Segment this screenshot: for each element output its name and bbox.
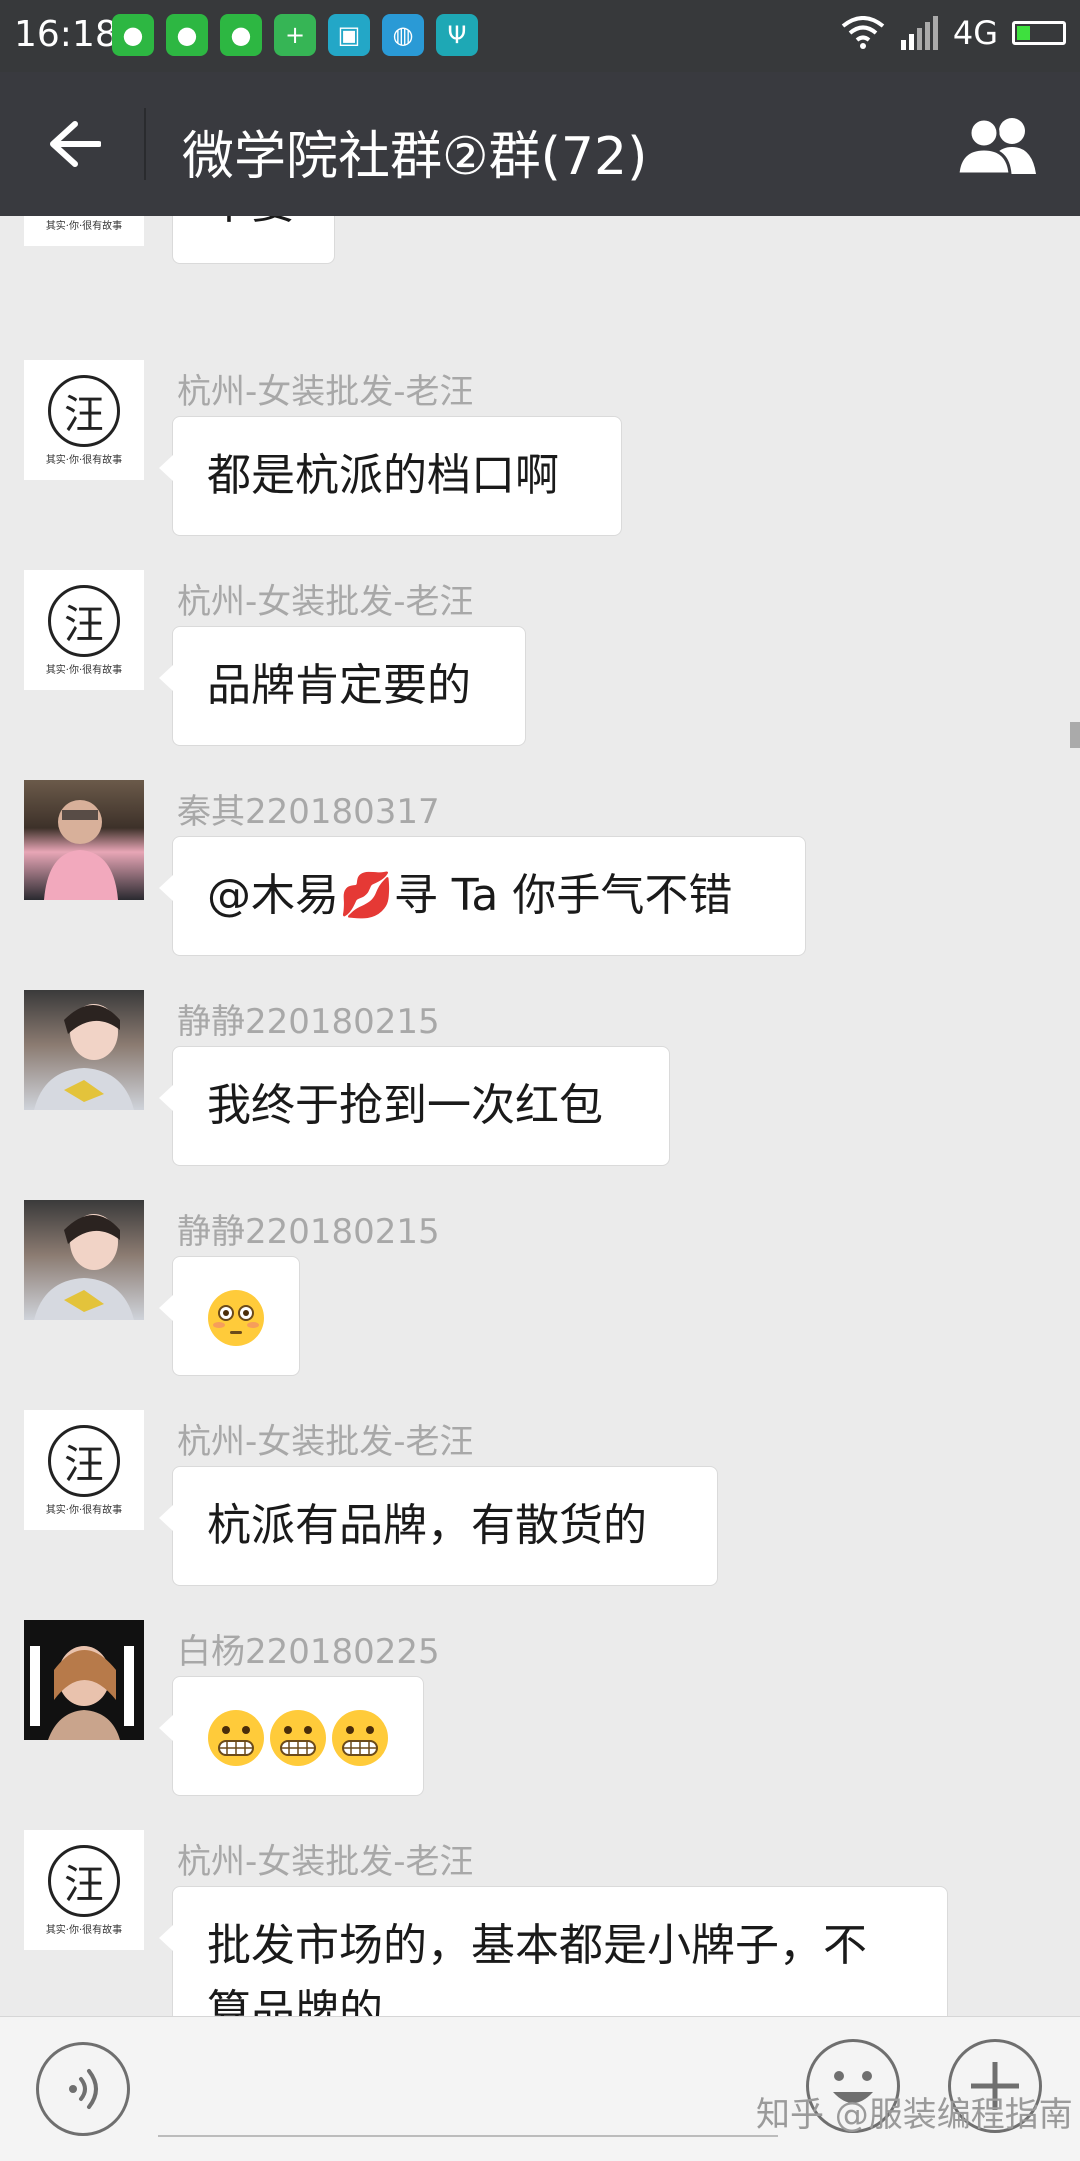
voice-button[interactable] bbox=[36, 2042, 130, 2136]
basketball-app-notification-icon: ◍ bbox=[382, 14, 424, 56]
grimacing-face-emoji bbox=[270, 1710, 326, 1766]
wechat-notification-icon: ● bbox=[112, 14, 154, 56]
message-bubble[interactable] bbox=[159, 1676, 424, 1796]
back-button[interactable] bbox=[40, 114, 110, 174]
message-text: @木易 bbox=[207, 870, 339, 921]
avatar[interactable]: 汪 其实·你·很有故事 bbox=[24, 1410, 144, 1530]
logo-motto: 其实·你·很有故事 bbox=[45, 1504, 123, 1516]
logo-mark: 汪 bbox=[48, 584, 120, 657]
sender-name: 杭州-女装批发-老汪 bbox=[177, 372, 474, 412]
message-text-line2: 算品牌的 bbox=[207, 1986, 383, 2016]
scan-app-notification-icon: ▣ bbox=[328, 14, 370, 56]
message-text: 杭派有品牌，有散货的 bbox=[207, 1500, 647, 1551]
avatar[interactable]: 汪 其实·你·很有故事 bbox=[24, 1830, 144, 1950]
wechat-notification-icon: ● bbox=[166, 14, 208, 56]
message-text: 寻 Ta 你手气不错 bbox=[393, 870, 733, 921]
user-photo bbox=[24, 1620, 144, 1740]
avatar[interactable]: 汪 其实·你·很有故事 bbox=[24, 360, 144, 480]
arrow-left-icon bbox=[50, 121, 101, 167]
message-text: 我终于抢到一次红包 bbox=[207, 1080, 603, 1131]
message-bubble[interactable]: 不要 bbox=[172, 216, 335, 264]
signal-icon bbox=[900, 16, 938, 50]
logo-motto: 其实·你·很有故事 bbox=[45, 1924, 123, 1936]
message-input[interactable] bbox=[158, 2135, 778, 2137]
scrollbar-thumb[interactable] bbox=[1070, 722, 1080, 748]
message-text: 品牌肯定要的 bbox=[207, 660, 471, 711]
sender-name: 静静220180215 bbox=[177, 1212, 440, 1252]
avatar[interactable] bbox=[24, 990, 144, 1110]
sender-name: 静静220180215 bbox=[177, 1002, 440, 1042]
message-text: 不要 bbox=[207, 216, 295, 229]
logo-mark: 汪 bbox=[48, 1844, 120, 1917]
message-text: 都是杭派的档口啊 bbox=[207, 450, 559, 501]
flushed-face-emoji bbox=[208, 1290, 264, 1346]
chat-message-list[interactable]: 汪 其实·你·很有故事 不要 汪 其实·你·很有故事 杭州-女装批发-老汪 都是… bbox=[0, 216, 1080, 2016]
message-bubble[interactable]: 都是杭派的档口啊 bbox=[159, 416, 622, 536]
logo-mark: 汪 bbox=[48, 374, 120, 447]
sender-name: 秦其220180317 bbox=[177, 792, 440, 832]
avatar[interactable] bbox=[24, 1620, 144, 1740]
message-bubble[interactable] bbox=[159, 1256, 300, 1376]
sender-name: 杭州-女装批发-老汪 bbox=[177, 1842, 474, 1882]
sender-name: 杭州-女装批发-老汪 bbox=[177, 582, 474, 622]
group-members-icon bbox=[956, 117, 1036, 176]
user-photo bbox=[34, 1214, 134, 1320]
message-bubble[interactable]: 我终于抢到一次红包 bbox=[159, 1046, 670, 1166]
user-photo bbox=[44, 800, 118, 900]
logo-motto: 其实·你·很有故事 bbox=[45, 220, 123, 232]
group-members-button[interactable] bbox=[956, 114, 1040, 176]
logo-mark: 汪 bbox=[48, 1424, 120, 1497]
grimacing-face-emoji bbox=[208, 1710, 264, 1766]
user-photo bbox=[34, 1004, 134, 1110]
avatar[interactable] bbox=[24, 780, 144, 900]
message-text: 批发市场的，基本都是小牌子，不 bbox=[207, 1920, 867, 1971]
input-bar: 知乎 @服装编程指南 bbox=[0, 2016, 1080, 2161]
avatar[interactable]: 汪 其实·你·很有故事 bbox=[24, 216, 144, 246]
status-bar: 16:18 ● ● ● + ▣ ◍ Ψ 4G bbox=[0, 0, 1080, 72]
sender-name: 白杨220180225 bbox=[177, 1632, 440, 1672]
battery-icon bbox=[1012, 21, 1066, 45]
kiss-emoji: 💋 bbox=[339, 870, 394, 921]
status-time: 16:18 bbox=[14, 14, 118, 55]
grimacing-face-emoji bbox=[332, 1710, 388, 1766]
logo-motto: 其实·你·很有故事 bbox=[45, 664, 123, 676]
add-app-notification-icon: + bbox=[274, 14, 316, 56]
message-bubble[interactable]: 品牌肯定要的 bbox=[159, 626, 526, 746]
sender-name: 杭州-女装批发-老汪 bbox=[177, 1422, 474, 1462]
message-bubble[interactable]: 杭派有品牌，有散货的 bbox=[159, 1466, 718, 1586]
message-bubble[interactable]: 批发市场的，基本都是小牌子，不 算品牌的 bbox=[159, 1886, 948, 2016]
logo-motto: 其实·你·很有故事 bbox=[45, 454, 123, 466]
voice-icon bbox=[69, 2069, 98, 2109]
nav-divider bbox=[144, 108, 146, 180]
avatar[interactable] bbox=[24, 1200, 144, 1320]
watermark: 知乎 @服装编程指南 bbox=[756, 2095, 1073, 2135]
message-bubble[interactable]: @木易💋寻 Ta 你手气不错 bbox=[159, 836, 806, 956]
network-type: 4G bbox=[952, 14, 998, 52]
chat-header: 微学院社群②群(72) bbox=[0, 72, 1080, 216]
wechat-notification-icon: ● bbox=[220, 14, 262, 56]
wifi-icon bbox=[841, 16, 885, 49]
chat-title: 微学院社群②群(72) bbox=[182, 127, 648, 187]
avatar[interactable]: 汪 其实·你·很有故事 bbox=[24, 570, 144, 690]
usb-notification-icon: Ψ bbox=[436, 14, 478, 56]
